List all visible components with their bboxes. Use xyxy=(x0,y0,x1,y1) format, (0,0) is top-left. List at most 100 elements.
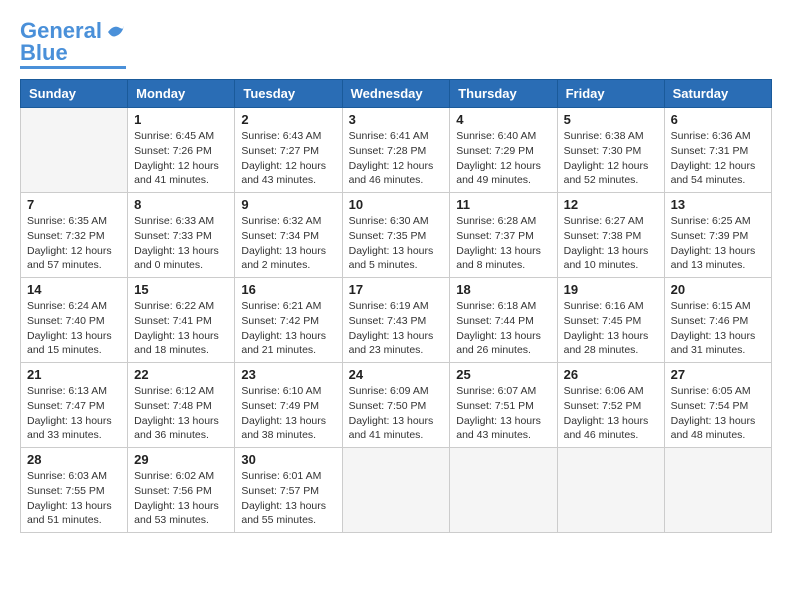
day-detail: Sunrise: 6:28 AMSunset: 7:37 PMDaylight:… xyxy=(456,214,550,273)
logo-underline xyxy=(20,66,126,69)
day-cell: 15 Sunrise: 6:22 AMSunset: 7:41 PMDayligh… xyxy=(128,278,235,363)
day-cell xyxy=(450,448,557,533)
calendar-table: SundayMondayTuesdayWednesdayThursdayFrid… xyxy=(20,79,772,533)
day-cell: 24 Sunrise: 6:09 AMSunset: 7:50 PMDayligh… xyxy=(342,363,450,448)
day-detail: Sunrise: 6:01 AMSunset: 7:57 PMDaylight:… xyxy=(241,469,335,528)
day-number: 23 xyxy=(241,367,335,382)
day-detail: Sunrise: 6:45 AMSunset: 7:26 PMDaylight:… xyxy=(134,129,228,188)
day-cell: 27 Sunrise: 6:05 AMSunset: 7:54 PMDayligh… xyxy=(664,363,771,448)
day-detail: Sunrise: 6:36 AMSunset: 7:31 PMDaylight:… xyxy=(671,129,765,188)
day-detail: Sunrise: 6:43 AMSunset: 7:27 PMDaylight:… xyxy=(241,129,335,188)
day-number: 18 xyxy=(456,282,550,297)
logo: General Blue xyxy=(20,20,126,69)
day-number: 12 xyxy=(564,197,658,212)
day-number: 27 xyxy=(671,367,765,382)
day-cell: 22 Sunrise: 6:12 AMSunset: 7:48 PMDayligh… xyxy=(128,363,235,448)
day-cell: 3 Sunrise: 6:41 AMSunset: 7:28 PMDaylight… xyxy=(342,108,450,193)
day-number: 25 xyxy=(456,367,550,382)
day-number: 30 xyxy=(241,452,335,467)
day-cell: 16 Sunrise: 6:21 AMSunset: 7:42 PMDayligh… xyxy=(235,278,342,363)
day-number: 21 xyxy=(27,367,121,382)
day-detail: Sunrise: 6:32 AMSunset: 7:34 PMDaylight:… xyxy=(241,214,335,273)
col-header-saturday: Saturday xyxy=(664,80,771,108)
day-detail: Sunrise: 6:38 AMSunset: 7:30 PMDaylight:… xyxy=(564,129,658,188)
logo-blue: Blue xyxy=(20,40,68,65)
day-detail: Sunrise: 6:24 AMSunset: 7:40 PMDaylight:… xyxy=(27,299,121,358)
day-number: 8 xyxy=(134,197,228,212)
day-detail: Sunrise: 6:27 AMSunset: 7:38 PMDaylight:… xyxy=(564,214,658,273)
day-cell: 7 Sunrise: 6:35 AMSunset: 7:32 PMDaylight… xyxy=(21,193,128,278)
day-cell xyxy=(557,448,664,533)
col-header-thursday: Thursday xyxy=(450,80,557,108)
col-header-monday: Monday xyxy=(128,80,235,108)
day-number: 11 xyxy=(456,197,550,212)
day-cell: 14 Sunrise: 6:24 AMSunset: 7:40 PMDayligh… xyxy=(21,278,128,363)
day-cell: 30 Sunrise: 6:01 AMSunset: 7:57 PMDayligh… xyxy=(235,448,342,533)
day-detail: Sunrise: 6:18 AMSunset: 7:44 PMDaylight:… xyxy=(456,299,550,358)
day-number: 3 xyxy=(349,112,444,127)
day-detail: Sunrise: 6:15 AMSunset: 7:46 PMDaylight:… xyxy=(671,299,765,358)
day-detail: Sunrise: 6:22 AMSunset: 7:41 PMDaylight:… xyxy=(134,299,228,358)
week-row-3: 14 Sunrise: 6:24 AMSunset: 7:40 PMDayligh… xyxy=(21,278,772,363)
day-cell: 13 Sunrise: 6:25 AMSunset: 7:39 PMDayligh… xyxy=(664,193,771,278)
day-number: 5 xyxy=(564,112,658,127)
day-number: 20 xyxy=(671,282,765,297)
week-row-5: 28 Sunrise: 6:03 AMSunset: 7:55 PMDayligh… xyxy=(21,448,772,533)
day-number: 24 xyxy=(349,367,444,382)
day-cell: 19Sunrise: 6:16 AMSunset: 7:45 PMDayligh… xyxy=(557,278,664,363)
day-detail: Sunrise: 6:03 AMSunset: 7:55 PMDaylight:… xyxy=(27,469,121,528)
day-detail: Sunrise: 6:10 AMSunset: 7:49 PMDaylight:… xyxy=(241,384,335,443)
day-number: 17 xyxy=(349,282,444,297)
day-number: 9 xyxy=(241,197,335,212)
day-cell: 18 Sunrise: 6:18 AMSunset: 7:44 PMDayligh… xyxy=(450,278,557,363)
day-number: 16 xyxy=(241,282,335,297)
day-number: 1 xyxy=(134,112,228,127)
col-header-wednesday: Wednesday xyxy=(342,80,450,108)
day-detail: Sunrise: 6:05 AMSunset: 7:54 PMDaylight:… xyxy=(671,384,765,443)
day-detail: Sunrise: 6:35 AMSunset: 7:32 PMDaylight:… xyxy=(27,214,121,273)
day-number: 28 xyxy=(27,452,121,467)
col-header-sunday: Sunday xyxy=(21,80,128,108)
day-number: 14 xyxy=(27,282,121,297)
day-cell: 26Sunrise: 6:06 AMSunset: 7:52 PMDayligh… xyxy=(557,363,664,448)
day-number: 7 xyxy=(27,197,121,212)
day-number: 4 xyxy=(456,112,550,127)
day-number: 10 xyxy=(349,197,444,212)
col-header-friday: Friday xyxy=(557,80,664,108)
day-cell: 12 Sunrise: 6:27 AMSunset: 7:38 PMDayligh… xyxy=(557,193,664,278)
day-detail: Sunrise: 6:09 AMSunset: 7:50 PMDaylight:… xyxy=(349,384,444,443)
header-row: SundayMondayTuesdayWednesdayThursdayFrid… xyxy=(21,80,772,108)
logo-text: General Blue xyxy=(20,20,126,64)
day-cell: 10Sunrise: 6:30 AMSunset: 7:35 PMDayligh… xyxy=(342,193,450,278)
day-number: 2 xyxy=(241,112,335,127)
day-cell: 4 Sunrise: 6:40 AMSunset: 7:29 PMDaylight… xyxy=(450,108,557,193)
day-cell: 9 Sunrise: 6:32 AMSunset: 7:34 PMDaylight… xyxy=(235,193,342,278)
week-row-4: 21 Sunrise: 6:13 AMSunset: 7:47 PMDayligh… xyxy=(21,363,772,448)
day-detail: Sunrise: 6:13 AMSunset: 7:47 PMDaylight:… xyxy=(27,384,121,443)
day-detail: Sunrise: 6:12 AMSunset: 7:48 PMDaylight:… xyxy=(134,384,228,443)
day-cell: 1 Sunrise: 6:45 AMSunset: 7:26 PMDaylight… xyxy=(128,108,235,193)
day-number: 19 xyxy=(564,282,658,297)
day-cell: 28 Sunrise: 6:03 AMSunset: 7:55 PMDayligh… xyxy=(21,448,128,533)
day-detail: Sunrise: 6:41 AMSunset: 7:28 PMDaylight:… xyxy=(349,129,444,188)
day-detail: Sunrise: 6:21 AMSunset: 7:42 PMDaylight:… xyxy=(241,299,335,358)
day-detail: Sunrise: 6:07 AMSunset: 7:51 PMDaylight:… xyxy=(456,384,550,443)
day-number: 15 xyxy=(134,282,228,297)
day-cell: 23 Sunrise: 6:10 AMSunset: 7:49 PMDayligh… xyxy=(235,363,342,448)
day-number: 22 xyxy=(134,367,228,382)
day-number: 26 xyxy=(564,367,658,382)
day-cell: 17 Sunrise: 6:19 AMSunset: 7:43 PMDayligh… xyxy=(342,278,450,363)
day-number: 13 xyxy=(671,197,765,212)
day-detail: Sunrise: 6:25 AMSunset: 7:39 PMDaylight:… xyxy=(671,214,765,273)
week-row-2: 7 Sunrise: 6:35 AMSunset: 7:32 PMDaylight… xyxy=(21,193,772,278)
page-header: General Blue xyxy=(20,20,772,69)
day-cell: 11 Sunrise: 6:28 AMSunset: 7:37 PMDayligh… xyxy=(450,193,557,278)
day-number: 29 xyxy=(134,452,228,467)
day-cell: 2 Sunrise: 6:43 AMSunset: 7:27 PMDaylight… xyxy=(235,108,342,193)
day-detail: Sunrise: 6:40 AMSunset: 7:29 PMDaylight:… xyxy=(456,129,550,188)
day-cell: 5 Sunrise: 6:38 AMSunset: 7:30 PMDaylight… xyxy=(557,108,664,193)
day-detail: Sunrise: 6:19 AMSunset: 7:43 PMDaylight:… xyxy=(349,299,444,358)
day-cell: 21 Sunrise: 6:13 AMSunset: 7:47 PMDayligh… xyxy=(21,363,128,448)
week-row-1: 1 Sunrise: 6:45 AMSunset: 7:26 PMDaylight… xyxy=(21,108,772,193)
day-detail: Sunrise: 6:02 AMSunset: 7:56 PMDaylight:… xyxy=(134,469,228,528)
